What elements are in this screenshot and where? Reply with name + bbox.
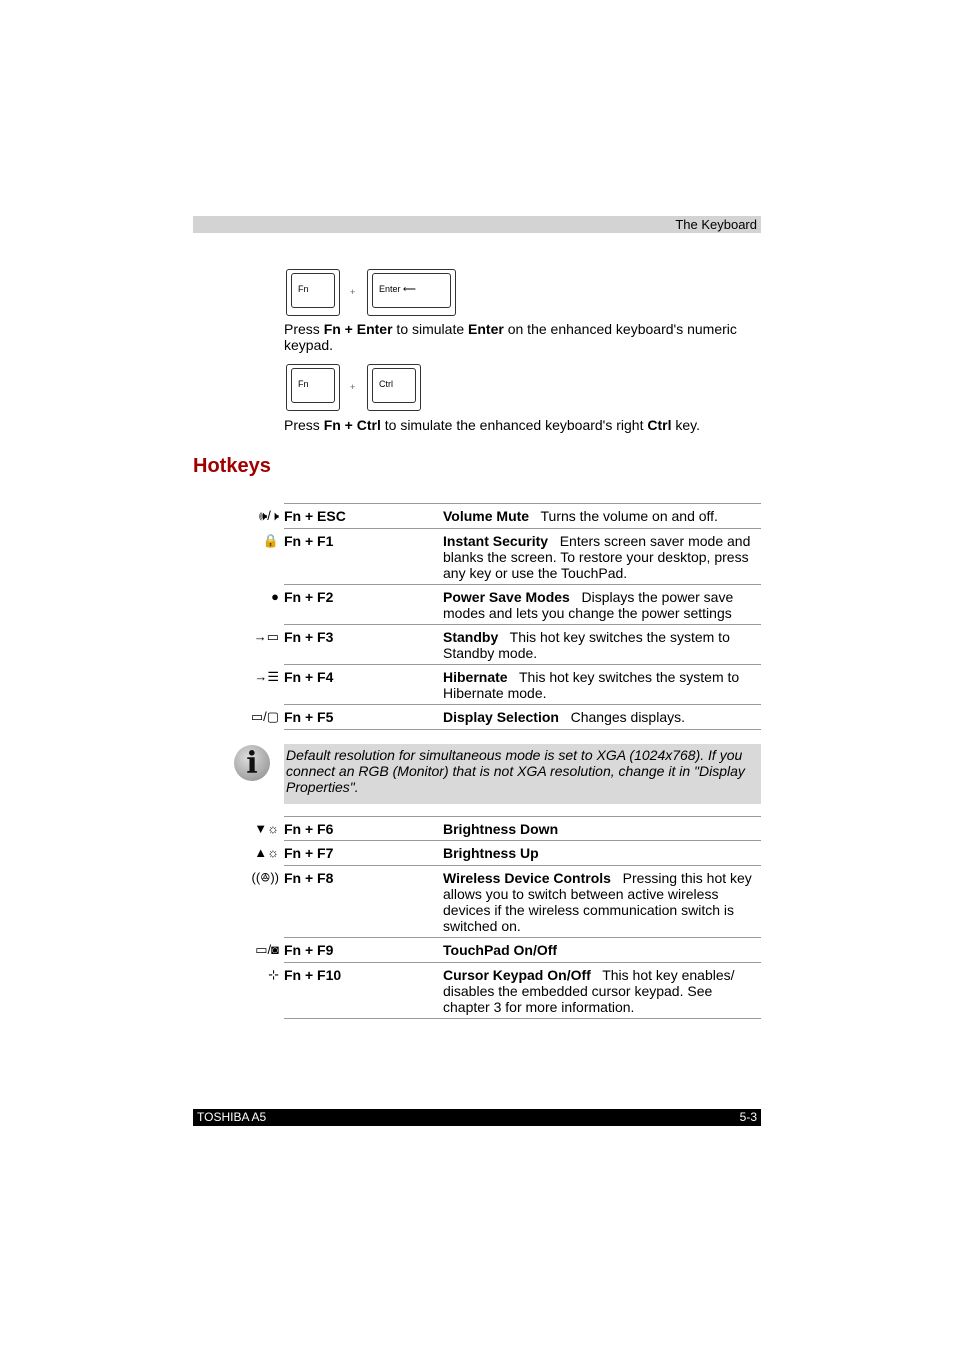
hotkey-name: Power Save Modes xyxy=(443,589,570,605)
hotkey-name: Display Selection xyxy=(443,709,559,725)
hotkey-description: Standby This hot key switches the system… xyxy=(443,629,761,661)
row-divider xyxy=(284,528,761,529)
hotkey-description: Instant Security Enters screen saver mod… xyxy=(443,533,761,581)
hotkey-name: Volume Mute xyxy=(443,508,530,524)
footer-model: TOSHIBA A5 xyxy=(197,1110,267,1124)
fn-key-image: Fn xyxy=(286,364,340,411)
ctrl-key-image: Ctrl xyxy=(367,364,421,411)
hotkey-combo: Fn + F10 xyxy=(284,967,342,983)
hotkey-combo: Fn + F4 xyxy=(284,669,334,685)
hotkey-name: Standby xyxy=(443,629,499,645)
brightness-down-icon: ▼☼ xyxy=(254,821,279,836)
page-number: 5-3 xyxy=(739,1110,757,1124)
row-divider xyxy=(284,1018,761,1019)
hotkey-combo: Fn + F1 xyxy=(284,533,334,549)
running-header: The Keyboard xyxy=(193,216,761,233)
hotkey-combo: Fn + F9 xyxy=(284,942,334,958)
hotkey-combo: Fn + F8 xyxy=(284,870,334,886)
paragraph-fn-enter: Press Fn + Enter to simulate Enter on th… xyxy=(284,321,737,353)
hotkey-name: TouchPad On/Off xyxy=(443,942,558,958)
page: The Keyboard Fn + Enter ⟵ Press Fn + Ent… xyxy=(0,0,954,1350)
row-divider xyxy=(284,503,761,504)
section-title: The Keyboard xyxy=(675,217,757,232)
hotkey-description: Hibernate This hot key switches the syst… xyxy=(443,669,761,701)
row-divider xyxy=(284,704,761,705)
brightness-up-icon: ▲☼ xyxy=(254,845,279,860)
hotkey-name: Hibernate xyxy=(443,669,508,685)
fn-key-image: Fn xyxy=(286,269,340,316)
touchpad-icon: ▭/◙ xyxy=(255,942,279,957)
hotkey-name: Cursor Keypad On/Off xyxy=(443,967,591,983)
power-save-icon: ● xyxy=(271,589,279,604)
note-text: Default resolution for simultaneous mode… xyxy=(286,747,745,795)
hotkey-detail: Changes displays. xyxy=(570,709,686,725)
running-footer: TOSHIBA A5 5-3 xyxy=(193,1109,761,1126)
hotkey-description: Wireless Device Controls Pressing this h… xyxy=(443,870,761,934)
row-divider xyxy=(284,840,761,841)
hotkey-description: Volume Mute Turns the volume on and off. xyxy=(443,508,761,524)
enter-key-image: Enter ⟵ xyxy=(367,269,456,316)
cursor-keypad-icon: ⊹ xyxy=(268,967,279,982)
hibernate-icon: →☰ xyxy=(254,669,279,684)
hotkey-description: Display Selection Changes displays. xyxy=(443,709,761,725)
hotkey-description: Power Save Modes Displays the power save… xyxy=(443,589,761,621)
wireless-icon: ((ꔮ)) xyxy=(251,870,279,885)
plus-sign: + xyxy=(350,382,356,392)
section-heading: Hotkeys xyxy=(193,455,271,477)
hotkey-name: Wireless Device Controls xyxy=(443,870,611,886)
row-divider xyxy=(284,865,761,866)
hotkey-description: Cursor Keypad On/Off This hot key enable… xyxy=(443,967,761,1015)
note-box: Default resolution for simultaneous mode… xyxy=(284,744,761,804)
hotkey-description: Brightness Up xyxy=(443,845,761,861)
hotkey-detail: Turns the volume on and off. xyxy=(540,508,718,524)
row-divider xyxy=(284,729,761,730)
hotkey-name: Brightness Down xyxy=(443,821,559,837)
hotkey-combo: Fn + ESC xyxy=(284,508,346,524)
hotkey-name: Instant Security xyxy=(443,533,549,549)
row-divider xyxy=(284,624,761,625)
row-divider xyxy=(284,816,761,817)
plus-sign: + xyxy=(350,287,356,297)
hotkey-combo: Fn + F2 xyxy=(284,589,334,605)
row-divider xyxy=(284,962,761,963)
standby-icon: →▭ xyxy=(253,629,279,644)
hotkey-combo: Fn + F5 xyxy=(284,709,334,725)
hotkey-name: Brightness Up xyxy=(443,845,539,861)
paragraph-fn-ctrl: Press Fn + Ctrl to simulate the enhanced… xyxy=(284,417,701,433)
hotkey-description: TouchPad On/Off xyxy=(443,942,761,958)
hotkey-combo: Fn + F7 xyxy=(284,845,334,861)
hotkey-combo: Fn + F3 xyxy=(284,629,334,645)
display-icon: ▭/▢ xyxy=(250,709,279,724)
lock-icon: 🔒 xyxy=(262,533,279,548)
row-divider xyxy=(284,937,761,938)
row-divider xyxy=(284,664,761,665)
hotkey-description: Brightness Down xyxy=(443,821,761,837)
hotkey-combo: Fn + F6 xyxy=(284,821,334,837)
speaker-mute-icon: 🕪/🕨 xyxy=(259,508,279,523)
row-divider xyxy=(284,584,761,585)
info-icon: i xyxy=(234,745,270,781)
